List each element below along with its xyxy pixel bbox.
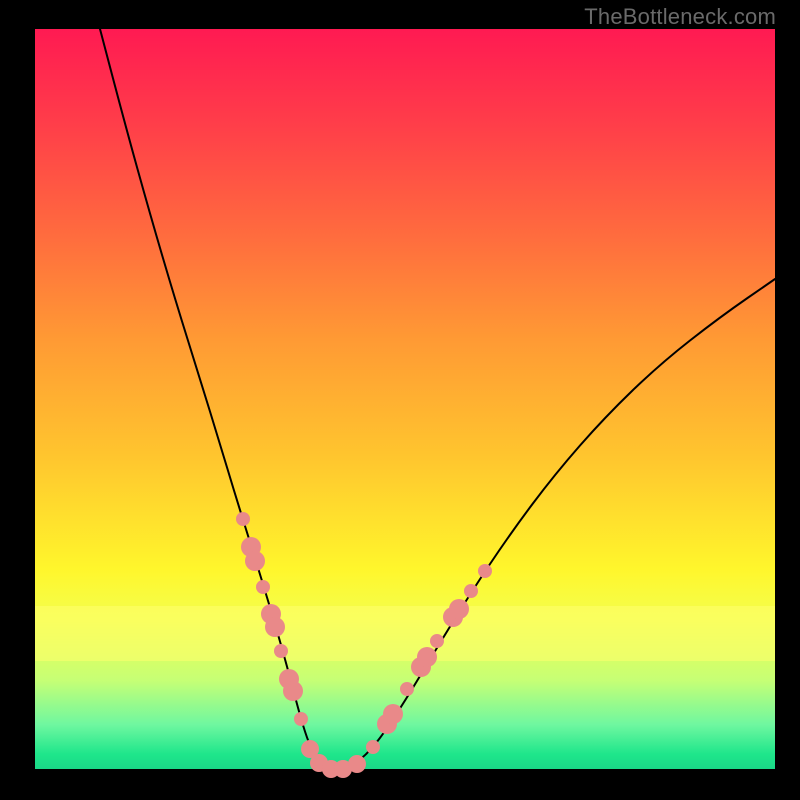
curve-marker — [400, 682, 414, 696]
curve-marker — [449, 599, 469, 619]
curve-marker — [265, 617, 285, 637]
curve-marker — [366, 740, 380, 754]
chart-svg — [35, 29, 775, 769]
curve-marker — [283, 681, 303, 701]
bottleneck-curve — [100, 29, 775, 769]
curve-marker — [464, 584, 478, 598]
curve-marker — [236, 512, 250, 526]
curve-marker — [417, 647, 437, 667]
curve-marker — [348, 755, 366, 773]
curve-marker — [383, 704, 403, 724]
curve-marker — [245, 551, 265, 571]
marker-group — [236, 512, 492, 778]
curve-marker — [478, 564, 492, 578]
chart-frame: TheBottleneck.com — [0, 0, 800, 800]
curve-group — [100, 29, 775, 769]
curve-marker — [274, 644, 288, 658]
curve-marker — [430, 634, 444, 648]
curve-marker — [256, 580, 270, 594]
attribution-label: TheBottleneck.com — [584, 4, 776, 30]
curve-marker — [294, 712, 308, 726]
